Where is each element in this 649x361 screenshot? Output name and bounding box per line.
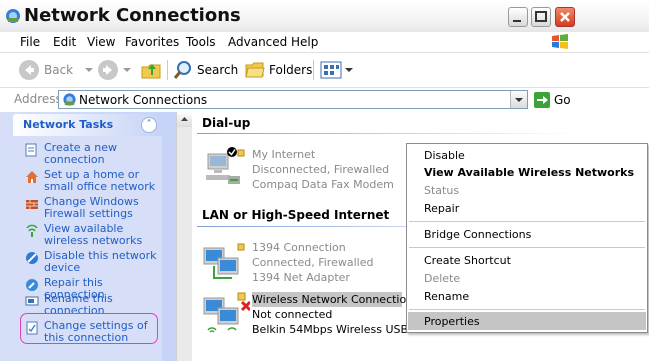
disable-icon [26, 252, 38, 264]
menu-file[interactable]: File [20, 35, 40, 49]
folders-icon [245, 62, 265, 78]
menu-tools[interactable]: Tools [186, 35, 216, 49]
menu-item-repair[interactable]: Repair [424, 202, 459, 215]
windows-logo-icon [552, 34, 568, 49]
task-pane-scrollbar[interactable] [176, 112, 192, 361]
task-label: Set up a home or small office network [44, 168, 156, 193]
repair-icon [26, 279, 38, 291]
menu-favorites[interactable]: Favorites [125, 35, 179, 49]
address-label: Address [14, 92, 62, 106]
chevron-up-icon [181, 117, 188, 121]
context-menu: Disable View Available Wireless Networks… [406, 143, 648, 333]
views-button[interactable] [320, 59, 354, 81]
network-connections-window: Network Connections File Edit View Favor… [0, 0, 649, 361]
back-label: Back [44, 63, 74, 77]
folders-button[interactable]: Folders [245, 59, 312, 81]
task-label: Change Windows Firewall settings [44, 195, 139, 220]
up-folder-button[interactable] [140, 59, 162, 81]
network-tasks-title: Network Tasks [23, 118, 114, 131]
menu-item-view-wireless[interactable]: View Available Wireless Networks [424, 166, 634, 179]
toolbar: Back Search Folders [0, 53, 649, 88]
home-network-icon [26, 171, 38, 183]
views-icon [320, 61, 342, 79]
menu-edit[interactable]: Edit [53, 35, 76, 49]
folders-label: Folders [269, 63, 313, 77]
connection-device: Compaq Data Fax Modem [252, 178, 394, 191]
search-button[interactable]: Search [173, 59, 238, 81]
up-folder-icon [141, 64, 161, 79]
menu-separator [409, 247, 645, 248]
firewall-icon [26, 200, 38, 209]
connection-name: Wireless Network Connection [252, 293, 414, 306]
scroll-up-button[interactable] [177, 112, 192, 127]
search-label: Search [197, 63, 239, 77]
network-connections-icon [63, 93, 76, 106]
group-header-dialup: Dial-up [202, 116, 251, 130]
title-bar[interactable]: Network Connections [0, 0, 649, 32]
menu-item-rename[interactable]: Rename [424, 290, 469, 303]
connection-status: Not connected [252, 308, 333, 321]
toolbar-separator [313, 60, 314, 80]
lan-connection-icon [203, 243, 245, 279]
address-dropdown-button[interactable] [510, 91, 527, 108]
menu-help[interactable]: Help [291, 35, 318, 49]
network-tasks-header[interactable]: Network Tasks ˄ [13, 114, 162, 136]
connection-status: Disconnected, Firewalled [252, 163, 390, 176]
go-arrow-icon [534, 92, 550, 108]
connection-status: Connected, Firewalled [252, 256, 374, 269]
window-title: Network Connections [24, 5, 241, 26]
forward-button[interactable] [97, 59, 133, 81]
chevron-down-icon [345, 68, 353, 72]
forward-arrow-icon [98, 60, 118, 80]
collapse-chevron-icon[interactable]: ˄ [141, 117, 157, 133]
back-button[interactable]: Back [18, 59, 95, 81]
minimize-button[interactable] [508, 7, 528, 27]
menu-item-status: Status [424, 184, 460, 197]
highlight-annotation [20, 313, 158, 344]
search-icon [173, 61, 191, 79]
go-label: Go [554, 93, 571, 107]
wireless-connection-icon [203, 292, 250, 333]
close-icon [560, 12, 570, 22]
chevron-down-icon [123, 68, 131, 72]
connection-device: 1394 Net Adapter [252, 271, 350, 284]
network-connections-icon [6, 9, 20, 23]
connection-name: My Internet [252, 148, 316, 161]
toolbar-separator [167, 60, 168, 80]
wireless-icon [26, 224, 38, 237]
connection-details: Wireless Network Connection Not connecte… [252, 292, 420, 337]
task-label: Disable this network device [44, 249, 157, 274]
connection-name: 1394 Connection [252, 241, 346, 254]
menu-item-bridge[interactable]: Bridge Connections [424, 228, 531, 241]
group-divider [197, 133, 577, 134]
connection-device: Belkin 54Mbps Wireless USB N [252, 323, 420, 336]
task-label: Create a new connection [44, 141, 118, 166]
task-label: View available wireless networks [44, 222, 143, 247]
menu-advanced[interactable]: Advanced [228, 35, 287, 49]
minimize-icon [513, 20, 521, 22]
menu-view[interactable]: View [87, 35, 115, 49]
address-bar: Address Network Connections Go [0, 88, 649, 112]
new-connection-icon [25, 143, 37, 157]
connection-details: 1394 Connection Connected, Firewalled 13… [252, 240, 373, 285]
address-field[interactable]: Network Connections [58, 90, 528, 109]
maximize-icon [535, 11, 547, 22]
menu-item-create-shortcut[interactable]: Create Shortcut [424, 254, 511, 267]
menu-separator [409, 309, 645, 310]
menu-item-properties[interactable]: Properties [424, 315, 480, 328]
chevron-down-icon [85, 68, 94, 72]
connection-details: My Internet Disconnected, Firewalled Com… [252, 147, 394, 192]
menu-item-delete: Delete [424, 272, 461, 285]
menu-item-disable[interactable]: Disable [424, 149, 465, 162]
go-button[interactable]: Go [533, 91, 571, 109]
maximize-button[interactable] [531, 7, 551, 27]
menu-separator [409, 221, 645, 222]
back-arrow-icon [19, 60, 39, 80]
chevron-down-icon [515, 98, 523, 102]
rename-icon [25, 296, 39, 306]
group-header-lan: LAN or High-Speed Internet [202, 208, 390, 222]
dialup-connection-icon [206, 147, 245, 184]
close-button[interactable] [555, 7, 575, 27]
address-value: Network Connections [79, 93, 208, 107]
